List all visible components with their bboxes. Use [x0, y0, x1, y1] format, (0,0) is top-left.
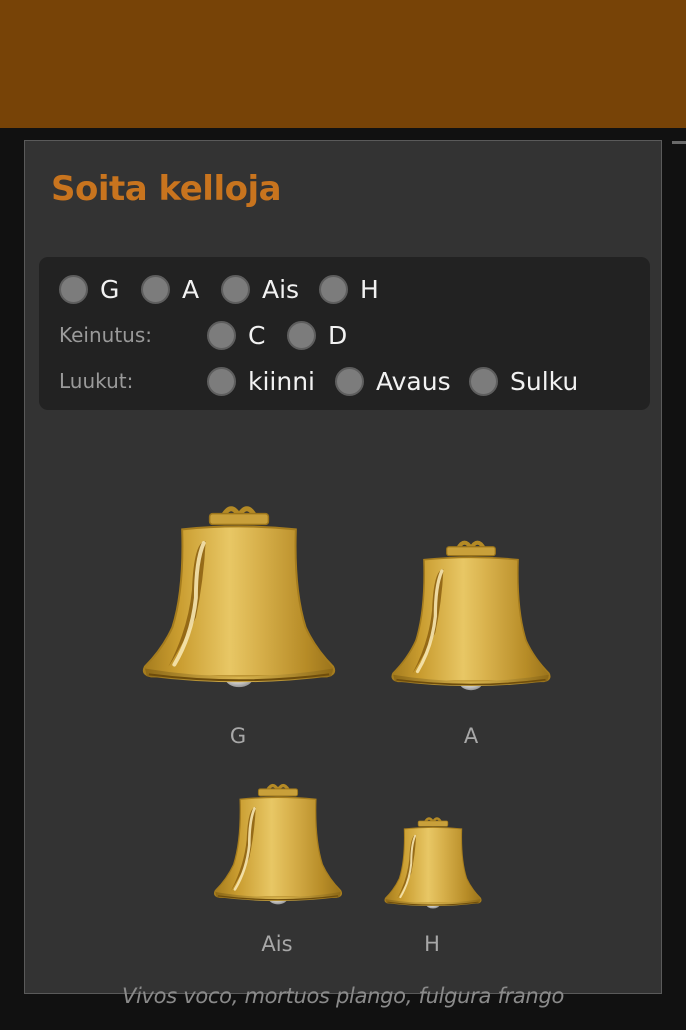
option-h-label: H — [360, 274, 379, 304]
radio-ais[interactable] — [221, 274, 250, 304]
radio-swing-c[interactable] — [207, 320, 236, 350]
bell-ais[interactable] — [212, 781, 344, 906]
option-swing-c[interactable]: C — [207, 315, 265, 355]
option-h[interactable]: H — [319, 269, 379, 309]
bell-a-label: A — [463, 724, 479, 748]
radio-g[interactable] — [59, 274, 88, 304]
option-hatch-close-label: Sulku — [510, 366, 579, 396]
bell-h-label: H — [424, 932, 440, 956]
bell-h-icon[interactable] — [383, 815, 483, 910]
radio-hatch-closed[interactable] — [207, 366, 236, 396]
bell-ais-icon[interactable] — [212, 781, 344, 906]
bell-panel: Soita kelloja G A Ais H Keinutus: C D Lu… — [24, 140, 662, 994]
option-hatch-open-label: Avaus — [376, 366, 451, 396]
bell-ais-label: Ais — [261, 932, 293, 956]
hatches-row: Luukut: kiinni Avaus Sulku — [39, 361, 650, 401]
radio-a[interactable] — [141, 274, 170, 304]
option-swing-d[interactable]: D — [287, 315, 347, 355]
option-g-label: G — [100, 274, 120, 304]
bell-g-label: G — [229, 724, 247, 748]
swing-row: Keinutus: C D — [39, 315, 650, 355]
scroll-edge — [672, 141, 686, 144]
page-title: Soita kelloja — [51, 169, 282, 209]
bell-a[interactable] — [389, 537, 553, 691]
option-hatch-closed-label: kiinni — [248, 366, 316, 396]
bell-h[interactable] — [383, 815, 483, 910]
option-swing-c-label: C — [248, 320, 266, 350]
radio-hatch-open[interactable] — [335, 366, 364, 396]
option-ais-label: Ais — [262, 274, 300, 304]
option-hatch-close[interactable]: Sulku — [469, 361, 578, 401]
option-hatch-closed[interactable]: kiinni — [207, 361, 315, 401]
radio-h[interactable] — [319, 274, 348, 304]
swing-label: Keinutus: — [59, 323, 153, 347]
controls-box: G A Ais H Keinutus: C D Luukut: kiinni A… — [39, 257, 650, 410]
bell-g-icon[interactable] — [141, 501, 337, 689]
option-ais[interactable]: Ais — [221, 269, 299, 309]
option-a-label: A — [182, 274, 200, 304]
bell-select-row: G A Ais H — [39, 269, 650, 309]
radio-hatch-close[interactable] — [469, 366, 498, 396]
hatches-label: Luukut: — [59, 369, 134, 393]
option-swing-d-label: D — [328, 320, 348, 350]
option-hatch-open[interactable]: Avaus — [335, 361, 451, 401]
motto-text: Vivos voco, mortuos plango, fulgura fran… — [121, 984, 565, 1008]
bell-g[interactable] — [141, 501, 337, 689]
option-g[interactable]: G — [59, 269, 119, 309]
option-a[interactable]: A — [141, 269, 199, 309]
bell-a-icon[interactable] — [389, 537, 553, 691]
radio-swing-d[interactable] — [287, 320, 316, 350]
top-banner — [0, 0, 686, 128]
